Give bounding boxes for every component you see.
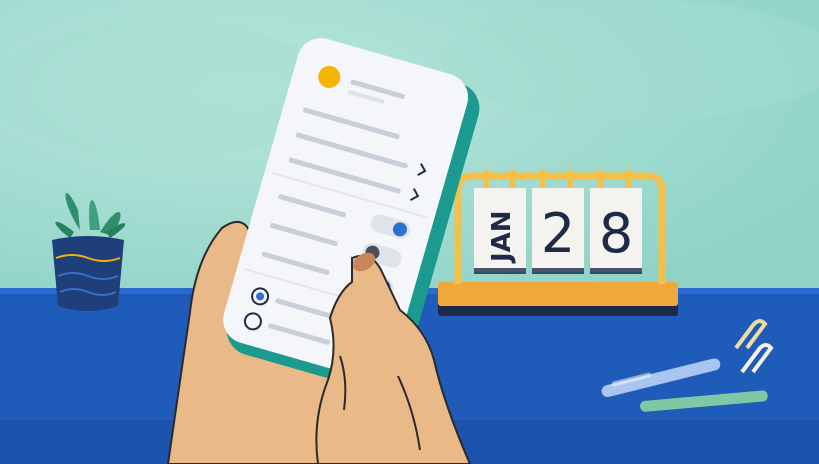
illustration-scene: JAN 2 8 [0, 0, 819, 464]
card-shadow [532, 268, 584, 274]
calendar-day-tens: 2 [541, 202, 575, 265]
card-shadow [590, 268, 642, 274]
card-shadow [474, 268, 526, 274]
desk-calendar: JAN 2 8 [438, 170, 678, 316]
scene-svg: JAN 2 8 [0, 0, 819, 464]
calendar-day-ones: 8 [599, 202, 633, 265]
calendar-month: JAN [487, 210, 517, 264]
calendar-base [438, 282, 678, 306]
